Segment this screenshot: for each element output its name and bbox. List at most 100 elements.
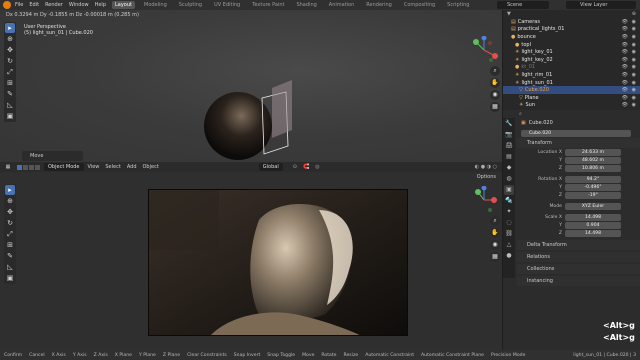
object-mode-dropdown[interactable]: Object Mode [44,163,84,171]
blender-logo-icon[interactable] [3,1,11,9]
select-tool-icon[interactable]: ▸ [5,23,15,33]
menu-view[interactable]: View [88,164,100,170]
outliner-row[interactable]: ▽ Plane 👁 ◉ [503,94,640,102]
tab-animation[interactable]: Animation [326,1,358,9]
tab-uv-editing[interactable]: UV Editing [211,1,243,9]
annotate-tool-icon[interactable]: ✎ [5,251,15,261]
render-visibility-icon[interactable]: ◉ [632,95,636,101]
menu-select[interactable]: Select [105,164,120,170]
scale-tool-icon[interactable]: ⤢ [5,229,15,239]
transform-panel-header[interactable]: Transform [517,138,640,148]
transform-tool-icon[interactable]: ⊞ [5,78,15,88]
tab-layout[interactable]: Layout [112,1,135,9]
visibility-eye-icon[interactable]: 👁 [622,42,628,48]
render-visibility-icon[interactable]: ◉ [632,72,636,78]
camera-view-icon[interactable]: ◉ [490,240,500,250]
render-tab-icon[interactable]: 📷 [504,130,514,140]
view-layer-tab-icon[interactable]: ▤ [504,152,514,162]
outliner-row[interactable]: ● kt_01 👁 ◉ [503,64,640,72]
move-operator-panel[interactable]: Move [22,151,83,161]
navigation-gizmo[interactable] [470,186,500,216]
snap-icon[interactable]: 🧲 [303,164,309,170]
select-tool-icon[interactable]: ▸ [5,185,15,195]
outliner-row[interactable]: ☀ Sun 👁 ◉ [503,102,640,110]
tab-texture-paint[interactable]: Texture Paint [249,1,287,9]
rotation-y-field[interactable]: -0.496° [565,183,621,191]
visibility-eye-icon[interactable]: 👁 [622,34,628,40]
render-visibility-icon[interactable]: ◉ [632,64,636,70]
menu-render[interactable]: Render [45,2,63,8]
rotate-tool-icon[interactable]: ↻ [5,56,15,66]
tab-rendering[interactable]: Rendering [363,1,395,9]
add-cube-tool-icon[interactable]: ▣ [5,111,15,121]
material-tab-icon[interactable]: ● [504,251,514,261]
tab-modeling[interactable]: Modeling [141,1,170,9]
outliner-row[interactable]: ☀ light_key_01 👁 ◉ [503,48,640,56]
menu-file[interactable]: File [15,2,23,8]
render-visibility-icon[interactable]: ◉ [632,19,636,25]
zoom-icon[interactable]: ⌕ [490,216,500,226]
rotation-z-field[interactable]: -19° [565,191,621,199]
rotation-mode-field[interactable]: XYZ Euler [565,202,621,210]
move-tool-icon[interactable]: ✥ [5,45,15,55]
world-tab-icon[interactable]: ◍ [504,174,514,184]
visibility-eye-icon[interactable]: 👁 [622,57,628,63]
search-icon[interactable]: ⌕ [519,111,522,117]
outliner-row[interactable]: ● topl 👁 ◉ [503,41,640,49]
scale-x-field[interactable]: 14.498 [565,213,621,221]
zoom-icon[interactable]: ⌕ [490,66,500,76]
location-x-field[interactable]: 24.633 m [565,148,621,156]
output-tab-icon[interactable]: 🖨 [504,141,514,151]
visibility-eye-icon[interactable]: 👁 [622,49,628,55]
relations-header[interactable]: Relations [517,252,640,262]
visibility-eye-icon[interactable]: 👁 [622,80,628,86]
constraints-tab-icon[interactable]: ⛓ [504,229,514,239]
sphere-object[interactable] [200,80,310,170]
render-visibility-icon[interactable]: ◉ [632,102,636,108]
visibility-eye-icon[interactable]: 👁 [622,72,628,78]
physics-tab-icon[interactable]: ◌ [504,218,514,228]
object-tab-icon[interactable]: ▣ [504,185,514,195]
render-visibility-icon[interactable]: ◉ [632,34,636,40]
visibility-eye-icon[interactable]: 👁 [622,64,628,70]
navigation-gizmo[interactable] [470,36,500,66]
orientation-dropdown[interactable]: Global [258,163,283,171]
rotation-x-field[interactable]: 94.2° [565,175,621,183]
location-y-field[interactable]: 48.602 m [565,156,621,164]
menu-window[interactable]: Window [69,2,89,8]
cursor-tool-icon[interactable]: ⊕ [5,196,15,206]
filter-icon[interactable]: ▼ [507,11,511,17]
menu-help[interactable]: Help [95,2,106,8]
select-mode-set-icon[interactable] [17,164,22,170]
ortho-grid-icon[interactable]: ▦ [490,252,500,262]
pan-hand-icon[interactable]: ✋ [490,78,500,88]
cursor-tool-icon[interactable]: ⊕ [5,34,15,44]
transform-tool-icon[interactable]: ⊞ [5,240,15,250]
scene-tab-icon[interactable]: ◆ [504,163,514,173]
pivot-icon[interactable]: ⊙ [293,164,297,170]
tab-sculpting[interactable]: Sculpting [176,1,205,9]
ortho-grid-icon[interactable]: ▦ [490,102,500,112]
proportional-edit-icon[interactable]: ◎ [315,164,319,170]
rotate-tool-icon[interactable]: ↻ [5,218,15,228]
tool-tab-icon[interactable]: 🔧 [504,119,514,129]
select-mode-extend-icon[interactable] [23,164,28,170]
outliner-row[interactable]: ☀ light_key_02 👁 ◉ [503,56,640,64]
scale-y-field[interactable]: 0.904 [565,221,621,229]
outliner-row[interactable]: ☀ light_sun_01 👁 ◉ [503,79,640,87]
particles-tab-icon[interactable]: ✦ [504,207,514,217]
editor-type-icon[interactable]: ▦ [4,163,12,171]
new-collection-icon[interactable]: ⊕ [632,11,636,17]
render-visibility-icon[interactable]: ◉ [632,80,636,86]
scene-selector[interactable]: Scene [497,1,549,9]
shading-icons[interactable]: ◐ ● ◑ ○ [475,164,497,170]
menu-add[interactable]: Add [127,164,137,170]
visibility-eye-icon[interactable]: 👁 [622,87,628,93]
camera-view-icon[interactable]: ◉ [490,90,500,100]
tab-shading[interactable]: Shading [293,1,319,9]
menu-object[interactable]: Object [143,164,159,170]
delta-transform-header[interactable]: Delta Transform [517,240,640,250]
visibility-eye-icon[interactable]: 👁 [622,102,628,108]
render-visibility-icon[interactable]: ◉ [632,57,636,63]
select-mode-invert-icon[interactable] [35,164,40,170]
